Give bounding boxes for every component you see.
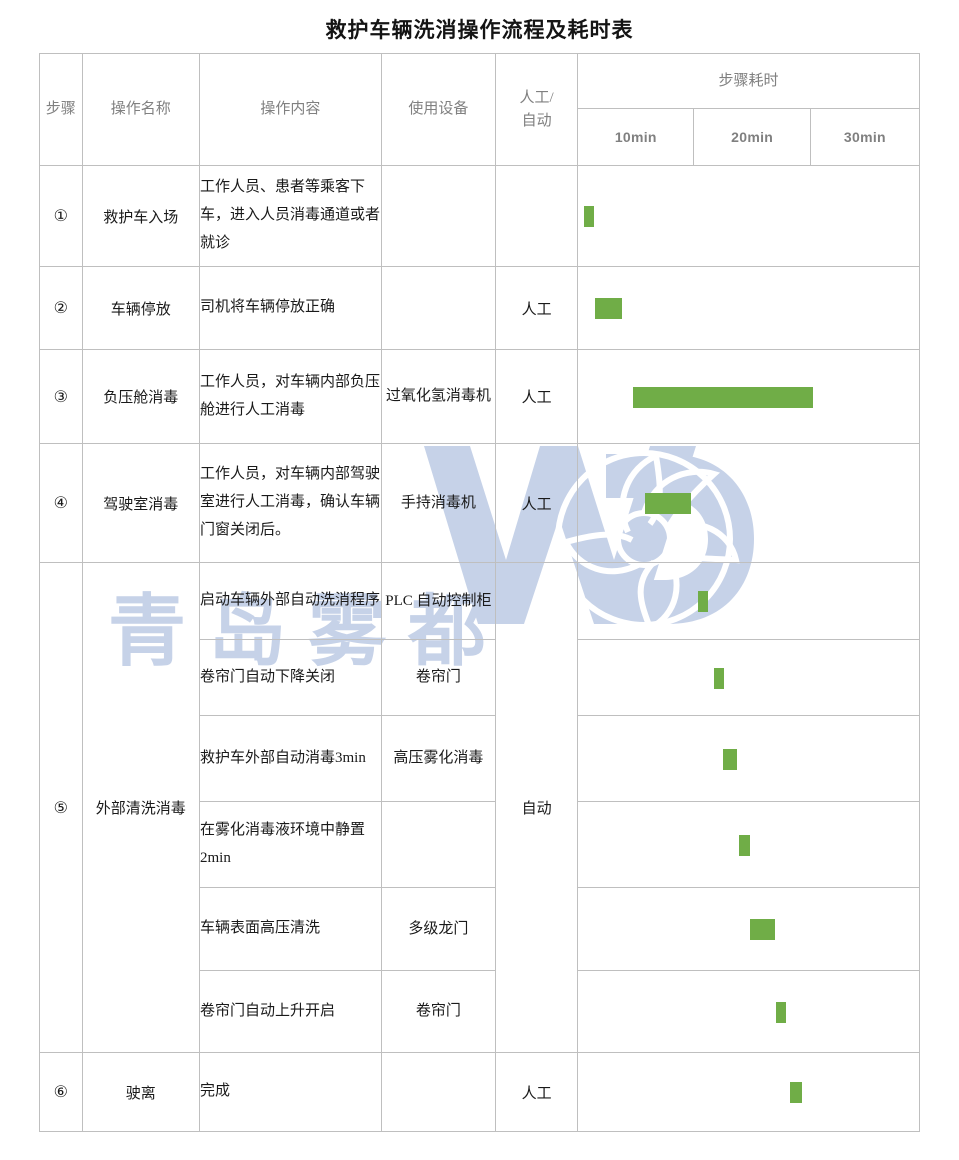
cell-step: ② [39, 266, 83, 350]
header-time-30min: 30min [809, 108, 921, 166]
cell-mode: 人工 [495, 443, 579, 563]
cell-operation-name: 救护车入场 [81, 165, 200, 267]
header-mode-line2: 自动 [521, 112, 552, 129]
cell-operation-content: 工作人员、患者等乘客下车，进入人员消毒通道或者就诊 [198, 165, 382, 267]
cell-operation-name: 负压舱消毒 [81, 349, 200, 444]
cell-operation-name: 车辆停放 [81, 266, 200, 350]
cell-equipment [380, 1052, 497, 1132]
gantt-cell [577, 639, 920, 716]
header-mode: 人工/ 自动 [495, 53, 579, 166]
cell-mode: 自动 [495, 562, 579, 1053]
gantt-cell [577, 715, 920, 802]
cell-step: ④ [39, 443, 83, 563]
gantt-cell [577, 887, 920, 971]
page-title: 救护车辆洗消操作流程及耗时表 [325, 18, 634, 42]
header-mode-line1: 人工/ [519, 90, 554, 106]
cell-step: ⑤ [39, 562, 83, 1053]
cell-equipment [380, 165, 497, 267]
cell-operation-content: 在雾化消毒液环境中静置 2min [198, 801, 382, 888]
cell-operation-name: 驶离 [81, 1052, 200, 1132]
gantt-bar [749, 919, 775, 940]
gantt-cell [577, 1052, 920, 1132]
header-step: 步骤 [39, 53, 83, 166]
gantt-bar [698, 591, 709, 612]
cell-equipment: 手持消毒机 [380, 443, 497, 563]
cell-step: ③ [39, 349, 83, 444]
gantt-bar [713, 667, 725, 689]
table-row: ④ 驾驶室消毒 工作人员，对车辆内部驾驶室进行人工消毒，确认车辆门窗关闭后。 手… [39, 443, 920, 563]
cell-operation-name: 外部清洗消毒 [81, 562, 200, 1053]
cell-mode: 人工 [495, 266, 579, 350]
gantt-bar [739, 834, 750, 856]
gantt-cell [577, 970, 920, 1053]
cell-equipment: 卷帘门 [380, 639, 497, 716]
cell-operation-content: 工作人员，对车辆内部负压舱进行人工消毒 [198, 349, 382, 444]
gantt-bar [723, 748, 737, 770]
table-header-row-1: 步骤 操作名称 操作内容 使用设备 人工/ 自动 步骤耗时 [39, 53, 920, 166]
cell-operation-content: 启动车辆外部自动洗消程序 [198, 562, 382, 640]
cell-operation-content: 车辆表面高压清洗 [198, 887, 382, 971]
cell-operation-content: 完成 [198, 1052, 382, 1132]
cell-mode: 人工 [495, 349, 579, 444]
cell-operation-content: 工作人员，对车辆内部驾驶室进行人工消毒，确认车辆门窗关闭后。 [198, 443, 382, 563]
page-root: 青岛雾都 救护车辆洗消操作流程及耗时表 步骤 操作名称 操作内容 使用设备 人工… [0, 0, 959, 1160]
cell-operation-content: 救护车外部自动消毒3min [198, 715, 382, 802]
gantt-bar [790, 1082, 802, 1103]
gantt-bar [644, 493, 692, 514]
gantt-bar [633, 386, 814, 408]
gantt-cell [577, 349, 920, 444]
cell-equipment: 高压雾化消毒 [380, 715, 497, 802]
cell-equipment: PLC 自动控制柜 [380, 562, 497, 640]
cell-mode [495, 165, 579, 267]
gantt-cell [577, 266, 920, 350]
header-time-10min: 10min [577, 108, 695, 166]
gantt-bar [595, 298, 623, 319]
cell-step: ① [39, 165, 83, 267]
table-row: ⑥ 驶离 完成 人工 [39, 1052, 920, 1132]
header-duration-group: 步骤耗时 [577, 53, 920, 109]
cell-mode: 人工 [495, 1052, 579, 1132]
header-operation-name: 操作名称 [81, 53, 200, 166]
cell-step: ⑥ [39, 1052, 83, 1132]
gantt-cell [577, 562, 920, 640]
cell-operation-content: 卷帘门自动上升开启 [198, 970, 382, 1053]
process-table: 步骤 操作名称 操作内容 使用设备 人工/ 自动 步骤耗时 10min 20mi… [39, 53, 921, 1132]
cell-equipment: 卷帘门 [380, 970, 497, 1053]
gantt-cell [577, 165, 920, 267]
table-row: ② 车辆停放 司机将车辆停放正确 人工 [39, 266, 920, 350]
gantt-bar [583, 206, 595, 227]
cell-operation-content: 司机将车辆停放正确 [198, 266, 382, 350]
header-equipment: 使用设备 [380, 53, 497, 166]
cell-equipment [380, 266, 497, 350]
cell-operation-name: 驾驶室消毒 [81, 443, 200, 563]
table-row: ① 救护车入场 工作人员、患者等乘客下车，进入人员消毒通道或者就诊 [39, 165, 920, 267]
gantt-cell [577, 801, 920, 888]
cell-equipment [380, 801, 497, 888]
header-time-20min: 20min [693, 108, 811, 166]
process-table-wrapper: 步骤 操作名称 操作内容 使用设备 人工/ 自动 步骤耗时 10min 20mi… [39, 53, 921, 1132]
gantt-cell [577, 443, 920, 563]
cell-equipment: 过氧化氢消毒机 [380, 349, 497, 444]
gantt-bar [775, 1001, 787, 1023]
table-row: ③ 负压舱消毒 工作人员，对车辆内部负压舱进行人工消毒 过氧化氢消毒机 人工 [39, 349, 920, 444]
cell-operation-content: 卷帘门自动下降关闭 [198, 639, 382, 716]
cell-equipment: 多级龙门 [380, 887, 497, 971]
header-operation-content: 操作内容 [198, 53, 382, 166]
table-row: ⑤ 外部清洗消毒 启动车辆外部自动洗消程序 PLC 自动控制柜 自动 [39, 562, 920, 1053]
